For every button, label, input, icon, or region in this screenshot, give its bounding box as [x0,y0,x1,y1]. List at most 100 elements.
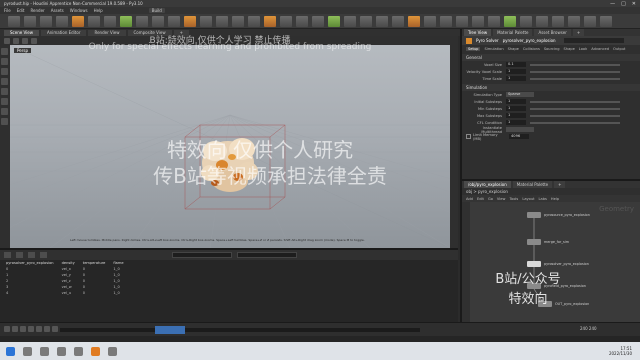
shelf-tool-icon[interactable] [440,15,452,27]
shelf-tool-icon[interactable] [56,15,68,27]
shelf-tool-icon[interactable] [392,15,404,27]
shelf-tool-icon[interactable] [504,15,516,27]
select-tool-icon[interactable] [1,48,8,55]
network-node-selected[interactable] [527,261,541,267]
detail-icon[interactable] [40,252,47,258]
param-slider[interactable] [530,121,620,124]
shelf-tool-icon[interactable] [584,15,596,27]
section-simulation[interactable]: Simulation [462,84,640,91]
primitives-icon[interactable] [28,252,35,258]
shelf-tool-icon[interactable] [216,15,228,27]
shelf-tool-icon[interactable] [264,15,276,27]
shelf-tool-icon[interactable] [72,15,84,27]
vertices-icon[interactable] [16,252,23,258]
tab-look[interactable]: Look [579,47,587,51]
browser-icon[interactable] [74,346,83,356]
menu-assets[interactable]: Assets [51,8,64,13]
tab-material-palette[interactable]: Material Palette [493,29,533,36]
step-back-icon[interactable] [12,326,18,332]
camera-label[interactable]: Persp [14,48,31,53]
shelf-tool-icon[interactable] [280,15,292,27]
task-view-icon[interactable] [40,346,49,356]
jump-end-icon[interactable] [52,326,58,332]
rotate-tool-icon[interactable] [1,68,8,75]
play-icon[interactable] [36,326,42,332]
param-value[interactable]: 1 [506,113,526,118]
shelf-tool-icon[interactable] [184,15,196,27]
shelf-tool-icon[interactable] [328,15,340,27]
back-icon[interactable] [13,37,19,44]
param-slider[interactable] [530,114,620,117]
tab-shape[interactable]: Shape [508,47,519,51]
frame-end-field[interactable]: 240 [580,326,588,331]
param-slider[interactable] [530,77,620,80]
tab-advanced[interactable]: Advanced [591,47,609,51]
shelf-tool-icon[interactable] [200,15,212,27]
shelf-tool-icon[interactable] [40,15,52,27]
app-icon[interactable] [108,346,117,356]
network-node[interactable] [527,212,541,218]
node-name-field[interactable] [563,38,624,43]
param-slider[interactable] [530,100,620,103]
shelf-tool-icon[interactable] [408,15,420,27]
menu-edit[interactable]: Edit [17,8,25,13]
param-value[interactable]: 4096 [509,134,529,139]
shelf-tool-icon[interactable] [424,15,436,27]
frame-end-field-2[interactable]: 240 [589,326,597,331]
menu-file[interactable]: File [4,8,11,13]
shelf-tool-icon[interactable] [232,15,244,27]
table-row[interactable]: 4 vel_u 0 1_0 [2,290,128,296]
group-filter-field[interactable] [172,252,232,258]
shelf-tool-icon[interactable] [360,15,372,27]
shelf-tool-icon[interactable] [456,15,468,27]
search-icon[interactable] [23,346,32,356]
tab-scene-view[interactable]: Scene View [4,29,39,36]
shelf-tool-icon[interactable] [488,15,500,27]
menu-help[interactable]: Help [94,8,103,13]
tab-tree-view[interactable]: Tree View [464,29,492,36]
tab-sourcing[interactable]: Sourcing [544,47,560,51]
windows-start-icon[interactable] [6,346,15,356]
menu-render[interactable]: Render [30,8,44,13]
system-tray-clock[interactable]: 17:51 2022/11/30 [609,346,632,356]
tab-shape-2[interactable]: Shape [564,47,575,51]
close-button[interactable]: ✕ [632,1,636,7]
handle-tool-icon[interactable] [1,88,8,95]
shelf-tool-icon[interactable] [600,15,612,27]
network-node[interactable] [527,239,541,245]
shelf-tool-icon[interactable] [520,15,532,27]
shelf-tool-icon[interactable] [136,15,148,27]
shelf-tool-icon[interactable] [104,15,116,27]
scale-tool-icon[interactable] [1,78,8,85]
shelf-tool-icon[interactable] [168,15,180,27]
param-slider[interactable] [530,107,620,110]
step-forward-icon[interactable] [44,326,50,332]
stop-icon[interactable] [28,326,34,332]
param-dropdown[interactable] [506,127,534,132]
param-value[interactable]: 1 [506,99,526,104]
add-tab-button[interactable]: + [572,29,585,36]
path-icon[interactable] [31,37,37,44]
home-icon[interactable] [4,37,10,44]
shelf-tool-icon[interactable] [120,15,132,27]
shelf-tool-icon[interactable] [344,15,356,27]
shelf-tool-icon[interactable] [296,15,308,27]
limit-memory-checkbox[interactable] [466,134,471,139]
snap-icon[interactable] [1,118,8,125]
tab-asset-browser[interactable]: Asset Browser [534,29,571,36]
param-value[interactable]: 1 [506,106,526,111]
param-value[interactable]: 1 [506,120,526,125]
points-icon[interactable] [4,252,11,258]
play-reverse-icon[interactable] [20,326,26,332]
view-tool-icon[interactable] [1,108,8,115]
move-tool-icon[interactable] [1,58,8,65]
shelf-tool-icon[interactable] [24,15,36,27]
houdini-icon[interactable] [91,346,100,356]
section-general[interactable]: General [462,54,640,61]
timeline-track[interactable] [60,328,420,332]
tab-simulation[interactable]: Simulation [484,47,503,51]
shelf-tool-icon[interactable] [568,15,580,27]
shelf-tool-icon[interactable] [152,15,164,27]
param-slider[interactable] [530,63,620,66]
jump-start-icon[interactable] [4,326,10,332]
